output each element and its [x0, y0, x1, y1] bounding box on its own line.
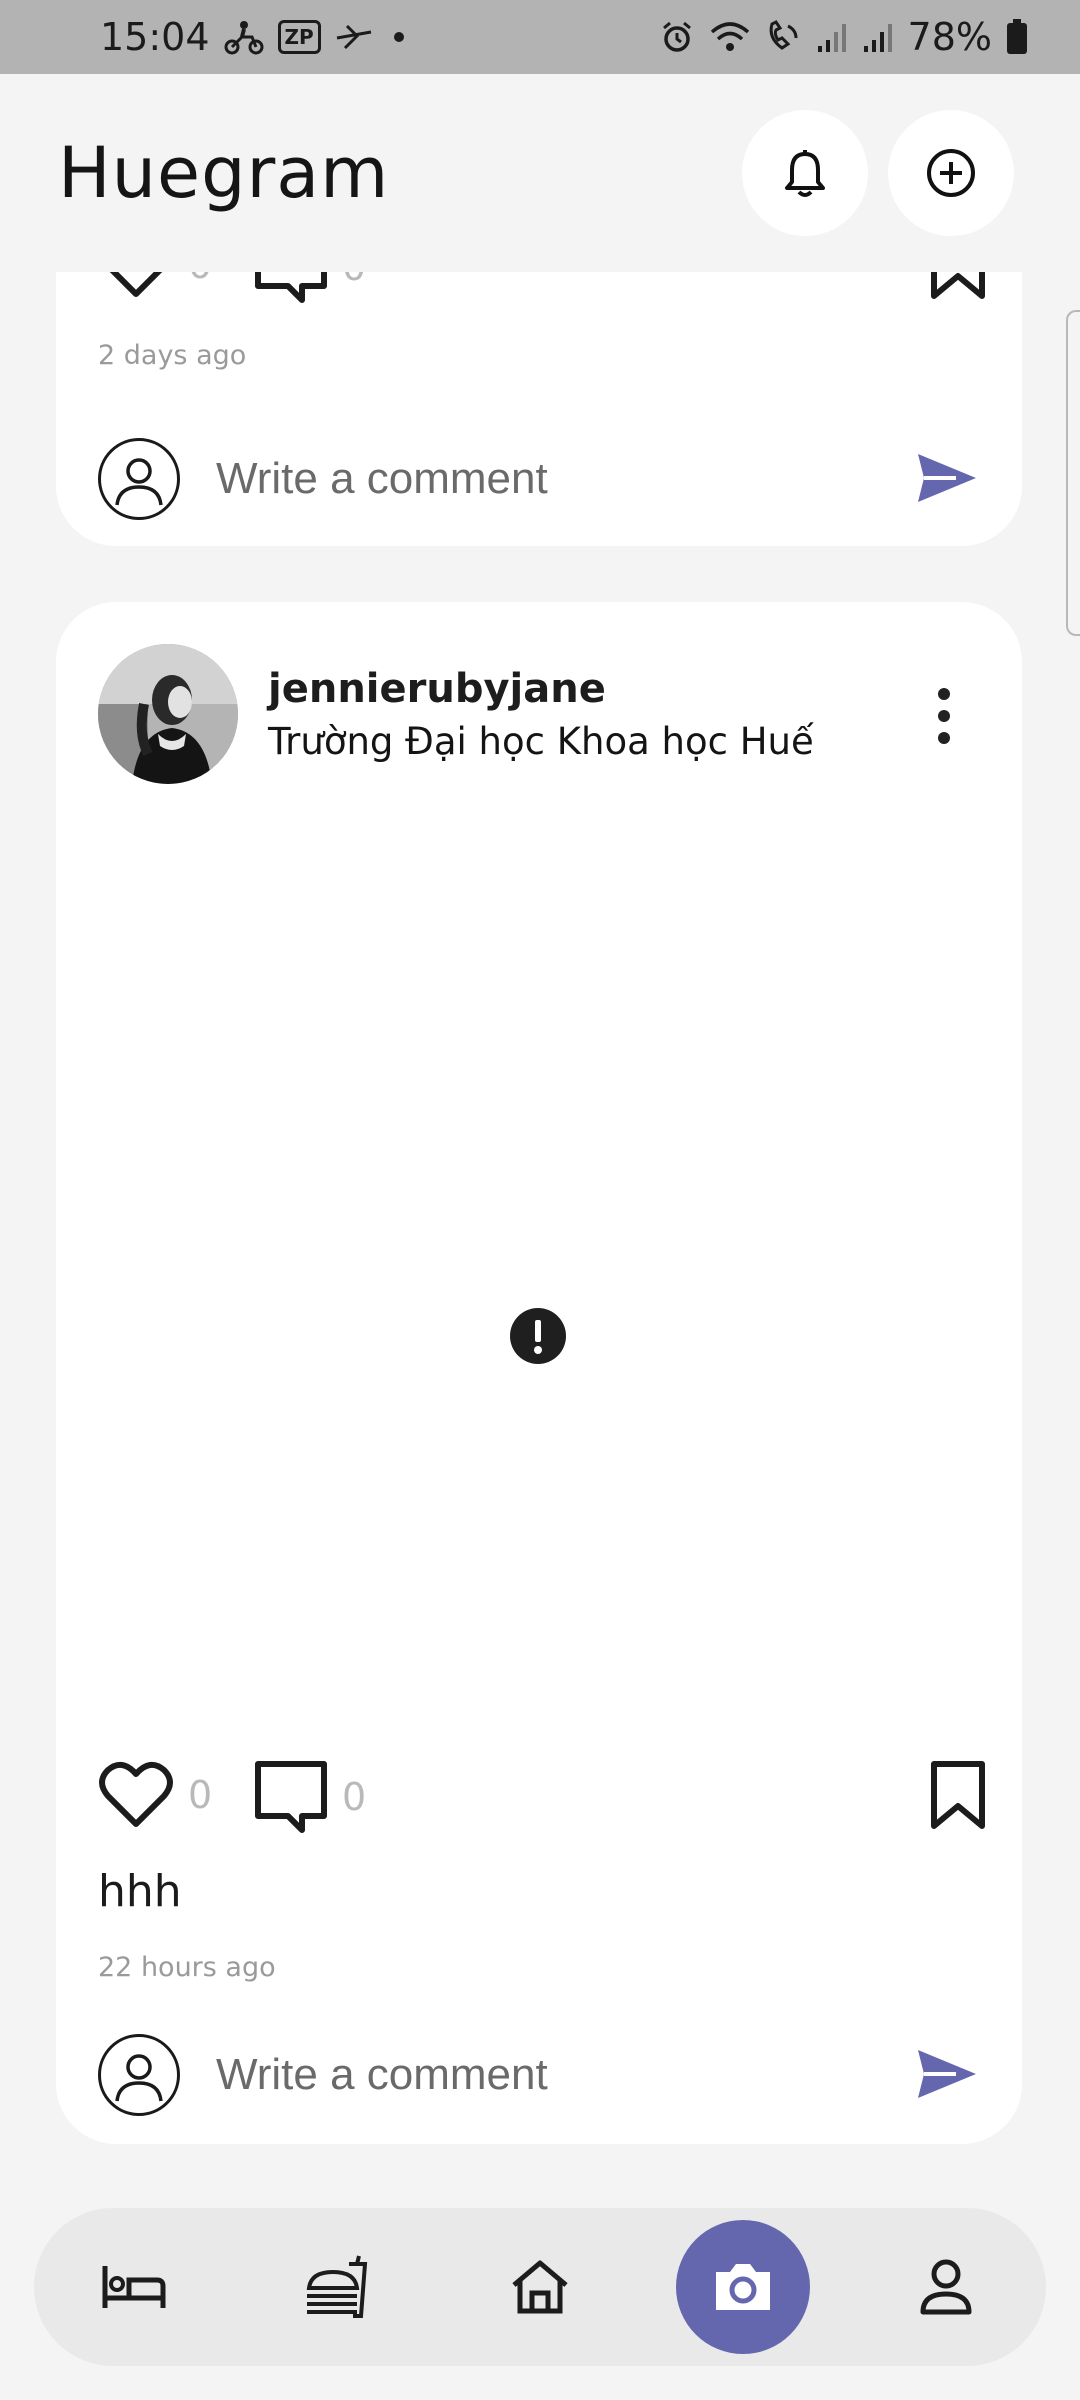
like-button[interactable]: 0: [98, 272, 212, 300]
comment-avatar: [98, 2034, 180, 2116]
scroll-indicator[interactable]: [1066, 310, 1080, 636]
bookmark-button[interactable]: [930, 1760, 986, 1830]
comment-input[interactable]: [216, 438, 836, 520]
bookmark-icon: [931, 272, 985, 299]
home-icon: [512, 2260, 568, 2314]
heart-icon: [109, 272, 163, 297]
nav-camera-button[interactable]: [676, 2220, 810, 2354]
zp-icon: ZP: [277, 20, 321, 54]
app-header: Huegram: [0, 74, 1080, 272]
nav-profile[interactable]: [906, 2247, 986, 2327]
comment-input[interactable]: [216, 2034, 836, 2116]
send-comment-button[interactable]: [916, 452, 986, 512]
comment-count: 0: [342, 272, 366, 289]
post-timestamp: 22 hours ago: [98, 1952, 276, 1983]
call-icon: [769, 20, 798, 50]
post-author-avatar[interactable]: [98, 644, 238, 784]
app-title: Huegram: [58, 132, 390, 214]
status-time: 15:04: [100, 15, 210, 59]
dot-icon: [393, 32, 404, 42]
nav-food[interactable]: [296, 2247, 376, 2327]
send-icon: [918, 2050, 976, 2098]
status-right: 78%: [660, 15, 1028, 59]
signal-icon-1: [817, 24, 846, 52]
heart-icon: [99, 1761, 173, 1827]
like-button[interactable]: 0: [98, 1760, 212, 1830]
create-post-button[interactable]: [888, 110, 1014, 236]
nav-hotel[interactable]: [94, 2247, 174, 2327]
bookmark-icon: [931, 1761, 985, 1829]
bottom-nav: [34, 2208, 1046, 2366]
comment-avatar: [98, 438, 180, 520]
motorbike-icon: [224, 21, 264, 55]
error-icon: [510, 1308, 566, 1364]
comment-button[interactable]: 0: [254, 1760, 366, 1834]
bookmark-button[interactable]: [930, 272, 986, 300]
feed[interactable]: 0 0 2 days ago: [0, 272, 1080, 2202]
post-actions: 0 0: [98, 1760, 986, 1840]
comment-count: 0: [342, 1775, 367, 1819]
post-card: 0 0 2 days ago: [56, 272, 1022, 546]
post-timestamp: 2 days ago: [98, 340, 247, 371]
author-photo: [98, 644, 238, 784]
wifi-icon: [710, 22, 749, 51]
comment-button[interactable]: 0: [254, 272, 366, 304]
post-username[interactable]: jennierubyjane: [268, 666, 606, 712]
post-card: jennierubyjane Trường Đại học Khoa học H…: [56, 602, 1022, 2144]
notifications-button[interactable]: [742, 110, 868, 236]
plane-icon: [336, 24, 371, 50]
post-location[interactable]: Trường Đại học Khoa học Huế: [268, 720, 814, 763]
food-icon: [306, 2255, 368, 2318]
send-comment-button[interactable]: [916, 2048, 986, 2108]
post-media[interactable]: [56, 802, 1022, 1922]
status-left: 15:04 ZP: [100, 15, 411, 59]
status-bar: 15:04 ZP 78%: [0, 0, 1080, 74]
person-icon: [920, 2259, 972, 2315]
signal-icon-2: [863, 24, 892, 52]
comment-icon: [255, 272, 327, 303]
nav-home[interactable]: [500, 2247, 580, 2327]
person-icon: [115, 2054, 163, 2102]
bell-icon: [785, 150, 825, 197]
post-actions: 0 0: [98, 272, 986, 310]
alarm-icon: [662, 21, 691, 52]
battery-icon: [1007, 19, 1027, 54]
like-count: 0: [188, 1773, 213, 1817]
post-caption: hhh: [98, 1866, 182, 1917]
camera-icon: [716, 2264, 770, 2310]
like-count: 0: [188, 272, 212, 287]
post-more-button[interactable]: [926, 684, 962, 748]
send-icon: [918, 454, 976, 502]
plus-circle-icon: [927, 149, 975, 197]
comment-row: [98, 2034, 986, 2118]
comment-row: [98, 438, 986, 522]
bed-icon: [102, 2266, 166, 2308]
more-vertical-icon: [938, 688, 950, 744]
person-icon: [115, 458, 163, 506]
battery-percent: 78%: [907, 15, 992, 59]
comment-icon: [255, 1761, 327, 1833]
